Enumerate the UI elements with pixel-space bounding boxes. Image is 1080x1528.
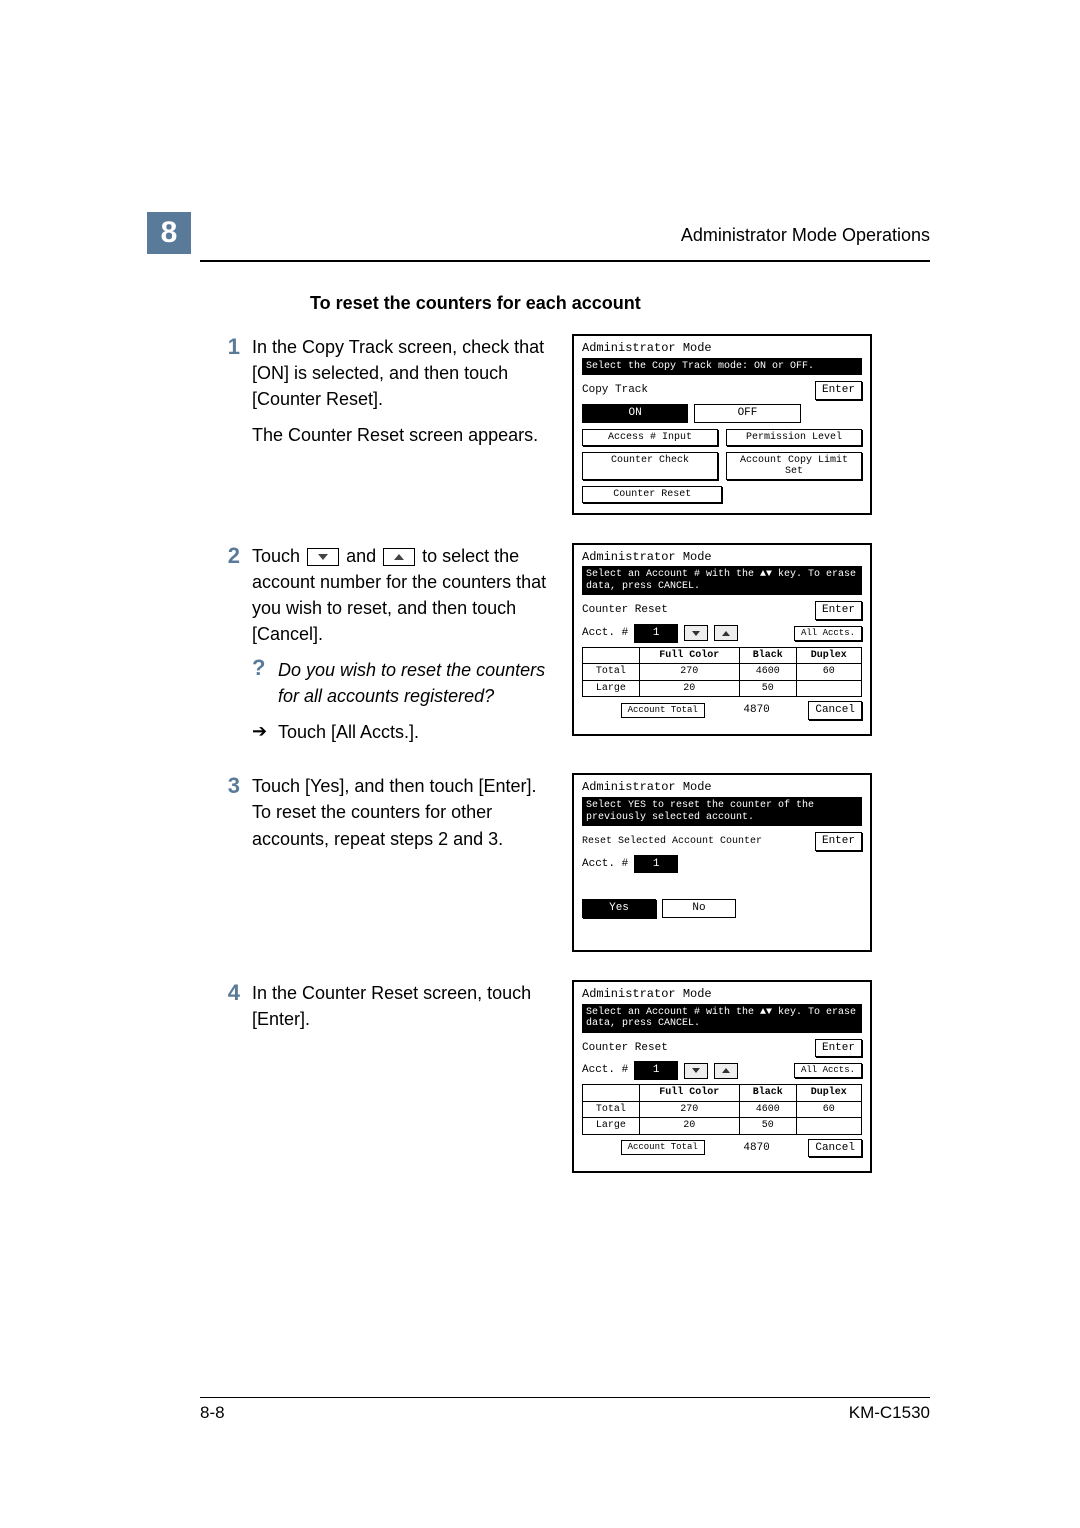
step-text: Touch and to select the account number f… [252,543,552,647]
footer-rule [200,1397,930,1398]
permission-level-button[interactable]: Permission Level [726,429,862,446]
panel-title: Administrator Mode [582,342,862,356]
step-text: The Counter Reset screen appears. [252,422,552,448]
enter-button[interactable]: Enter [815,601,862,620]
acct-label: Acct. # [582,858,628,871]
acct-down-button[interactable] [684,625,708,641]
on-button[interactable]: ON [582,404,688,423]
step-number: 2 [200,543,252,569]
model-name: KM-C1530 [849,1401,930,1426]
copy-track-label: Copy Track [582,384,648,397]
enter-button[interactable]: Enter [815,1039,862,1058]
step-text: Touch [Yes], and then touch [Enter]. To … [252,773,552,851]
step-4: 4 In the Counter Reset screen, touch [En… [200,980,935,1173]
cancel-button[interactable]: Cancel [808,1139,862,1158]
all-accts-button[interactable]: All Accts. [794,626,862,641]
off-button[interactable]: OFF [694,404,800,423]
screenshot-copy-track: Administrator Mode Select the Copy Track… [572,334,872,515]
acct-label: Acct. # [582,1064,628,1077]
acct-number-display: 1 [634,855,678,874]
account-total-value: 4870 [743,704,769,717]
arrow-icon: ➔ [252,719,278,744]
panel-title: Administrator Mode [582,988,862,1002]
enter-button[interactable]: Enter [815,381,862,400]
panel-message: Select the Copy Track mode: ON or OFF. [582,358,862,376]
access-input-button[interactable]: Access # Input [582,429,718,446]
screenshot-counter-reset: Administrator Mode Select an Account # w… [572,543,872,736]
panel-message: Select YES to reset the counter of the p… [582,797,862,826]
header-rule [200,260,930,262]
counter-reset-label: Counter Reset [582,1042,668,1055]
panel-title: Administrator Mode [582,551,862,565]
page-number: 8-8 [200,1401,225,1426]
step-3: 3 Touch [Yes], and then touch [Enter]. T… [200,773,935,952]
screenshot-reset-confirm: Administrator Mode Select YES to reset t… [572,773,872,952]
panel-message: Select an Account # with the ▲▼ key. To … [582,566,862,595]
account-total-button[interactable]: Account Total [621,1140,705,1155]
copy-limit-button[interactable]: Account Copy Limit Set [726,452,862,480]
step-number: 4 [200,980,252,1006]
acct-up-button[interactable] [714,1063,738,1079]
yes-button[interactable]: Yes [582,899,656,918]
counter-reset-label: Counter Reset [582,604,668,617]
acct-down-button[interactable] [684,1063,708,1079]
counter-table: Full Color Black Duplex Total 270 4600 6… [582,1084,862,1135]
table-row: Large 20 50 [583,680,862,697]
enter-button[interactable]: Enter [815,832,862,851]
all-accts-button[interactable]: All Accts. [794,1063,862,1078]
counter-reset-button[interactable]: Counter Reset [582,486,722,503]
chapter-title: Administrator Mode Operations [681,222,930,248]
step-number: 1 [200,334,252,360]
step-number: 3 [200,773,252,799]
screenshot-counter-reset-final: Administrator Mode Select an Account # w… [572,980,872,1173]
table-row: Large 20 50 [583,1118,862,1135]
acct-up-button[interactable] [714,625,738,641]
answer-text: Touch [All Accts.]. [278,719,552,745]
down-arrow-icon [307,548,339,566]
step-1: 1 In the Copy Track screen, check that [… [200,334,935,515]
step-2: 2 Touch and to select the account number… [200,543,935,746]
counter-check-button[interactable]: Counter Check [582,452,718,480]
acct-number-display: 1 [634,624,678,643]
question-mark-icon: ? [252,657,278,679]
account-total-value: 4870 [743,1142,769,1155]
chapter-number-badge: 8 [147,212,191,254]
subtitle: Reset Selected Account Counter [582,836,762,848]
step-text: In the Counter Reset screen, touch [Ente… [252,980,552,1032]
question-text: Do you wish to reset the counters for al… [278,657,552,709]
up-arrow-icon [383,548,415,566]
acct-number-display: 1 [634,1061,678,1080]
counter-table: Full Color Black Duplex Total 270 4600 6… [582,647,862,698]
no-button[interactable]: No [662,899,736,918]
cancel-button[interactable]: Cancel [808,701,862,720]
panel-message: Select an Account # with the ▲▼ key. To … [582,1004,862,1033]
table-row: Total 270 4600 60 [583,664,862,681]
section-heading: To reset the counters for each account [310,290,935,316]
account-total-button[interactable]: Account Total [621,703,705,718]
step-text: In the Copy Track screen, check that [ON… [252,334,552,412]
panel-title: Administrator Mode [582,781,862,795]
table-row: Total 270 4600 60 [583,1101,862,1118]
acct-label: Acct. # [582,627,628,640]
